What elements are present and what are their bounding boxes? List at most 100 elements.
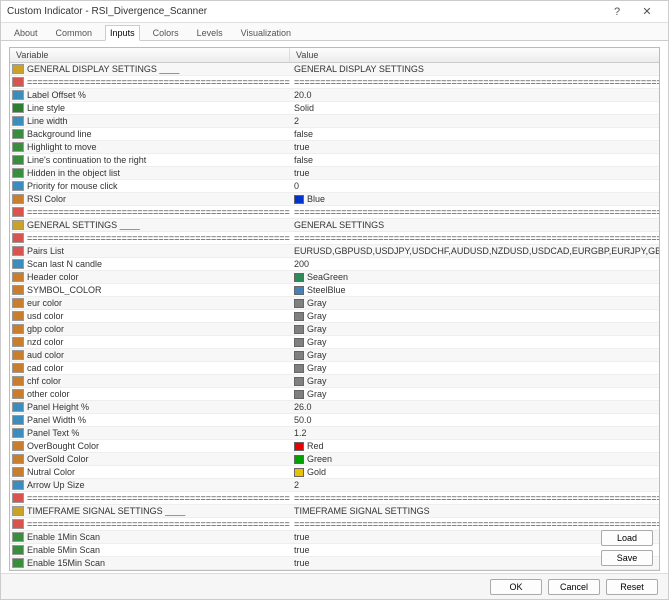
- tab-common[interactable]: Common: [51, 25, 98, 40]
- value-cell[interactable]: Gray: [290, 311, 659, 321]
- value-cell[interactable]: 50.0: [290, 415, 659, 425]
- value-cell[interactable]: Blue: [290, 194, 659, 204]
- table-row[interactable]: other colorGray: [10, 388, 659, 401]
- column-value[interactable]: Value: [290, 48, 659, 62]
- inputs-grid[interactable]: Variable Value GENERAL DISPLAY SETTINGS …: [9, 47, 660, 571]
- value-cell[interactable]: 0: [290, 181, 659, 191]
- value-cell[interactable]: false: [290, 129, 659, 139]
- table-row[interactable]: Enable 30Min Scanfalse: [10, 570, 659, 571]
- table-row[interactable]: Hidden in the object listtrue: [10, 167, 659, 180]
- value-cell[interactable]: Gray: [290, 337, 659, 347]
- variable-label: Nutral Color: [27, 467, 75, 477]
- table-row[interactable]: SYMBOL_COLORSteelBlue: [10, 284, 659, 297]
- table-row[interactable]: Line width2: [10, 115, 659, 128]
- tab-about[interactable]: About: [9, 25, 43, 40]
- load-button[interactable]: Load: [601, 530, 653, 546]
- color-type-icon: [12, 441, 24, 451]
- value-cell[interactable]: Gray: [290, 350, 659, 360]
- help-icon[interactable]: ?: [602, 6, 632, 18]
- table-row[interactable]: Enable 1Min Scantrue: [10, 531, 659, 544]
- value-cell[interactable]: Green: [290, 454, 659, 464]
- table-row[interactable]: Enable 15Min Scantrue: [10, 557, 659, 570]
- table-row[interactable]: eur colorGray: [10, 297, 659, 310]
- table-row[interactable]: Arrow Up Size2: [10, 479, 659, 492]
- table-row[interactable]: Header colorSeaGreen: [10, 271, 659, 284]
- value-cell[interactable]: 20.0: [290, 90, 659, 100]
- value-cell[interactable]: Gold: [290, 467, 659, 477]
- table-row[interactable]: Background linefalse: [10, 128, 659, 141]
- variable-cell: Panel Text %: [10, 428, 290, 438]
- column-variable[interactable]: Variable: [10, 48, 290, 62]
- value-cell[interactable]: 1.2: [290, 428, 659, 438]
- value-cell[interactable]: EURUSD,GBPUSD,USDJPY,USDCHF,AUDUSD,NZDUS…: [290, 246, 659, 256]
- table-row[interactable]: Pairs ListEURUSD,GBPUSD,USDJPY,USDCHF,AU…: [10, 245, 659, 258]
- table-row[interactable]: Enable 5Min Scantrue: [10, 544, 659, 557]
- value-cell[interactable]: Gray: [290, 363, 659, 373]
- color-type-icon: [12, 298, 24, 308]
- table-row[interactable]: GENERAL SETTINGS ____GENERAL SETTINGS: [10, 219, 659, 232]
- value-cell[interactable]: Red: [290, 441, 659, 451]
- tab-levels[interactable]: Levels: [192, 25, 228, 40]
- tab-inputs[interactable]: Inputs: [105, 25, 140, 41]
- value-cell[interactable]: ========================================…: [290, 493, 659, 503]
- value-cell[interactable]: 2: [290, 116, 659, 126]
- tab-colors[interactable]: Colors: [148, 25, 184, 40]
- table-row[interactable]: Highlight to movetrue: [10, 141, 659, 154]
- table-row[interactable]: Label Offset %20.0: [10, 89, 659, 102]
- value-cell[interactable]: ========================================…: [290, 519, 659, 529]
- table-row[interactable]: ========================================…: [10, 232, 659, 245]
- table-row[interactable]: Line's continuation to the rightfalse: [10, 154, 659, 167]
- table-row[interactable]: nzd colorGray: [10, 336, 659, 349]
- value-cell[interactable]: ========================================…: [290, 207, 659, 217]
- table-row[interactable]: TIMEFRAME SIGNAL SETTINGS ____TIMEFRAME …: [10, 505, 659, 518]
- value-cell[interactable]: true: [290, 168, 659, 178]
- value-cell[interactable]: ========================================…: [290, 77, 659, 87]
- table-row[interactable]: Scan last N candle 200: [10, 258, 659, 271]
- table-row[interactable]: usd colorGray: [10, 310, 659, 323]
- table-row[interactable]: cad colorGray: [10, 362, 659, 375]
- variable-cell: eur color: [10, 298, 290, 308]
- table-row[interactable]: RSI ColorBlue: [10, 193, 659, 206]
- table-row[interactable]: OverSold ColorGreen: [10, 453, 659, 466]
- table-row[interactable]: Nutral Color Gold: [10, 466, 659, 479]
- table-row[interactable]: ========================================…: [10, 518, 659, 531]
- table-row[interactable]: gbp colorGray: [10, 323, 659, 336]
- cancel-button[interactable]: Cancel: [548, 579, 600, 595]
- ok-button[interactable]: OK: [490, 579, 542, 595]
- table-row[interactable]: ========================================…: [10, 492, 659, 505]
- value-cell[interactable]: Gray: [290, 389, 659, 399]
- value-cell[interactable]: true: [290, 142, 659, 152]
- value-cell[interactable]: SteelBlue: [290, 285, 659, 295]
- value-cell[interactable]: GENERAL DISPLAY SETTINGS: [290, 64, 659, 74]
- reset-button[interactable]: Reset: [606, 579, 658, 595]
- value-cell[interactable]: Gray: [290, 298, 659, 308]
- value-text: Gold: [307, 467, 326, 477]
- value-cell[interactable]: GENERAL SETTINGS: [290, 220, 659, 230]
- value-cell[interactable]: SeaGreen: [290, 272, 659, 282]
- value-cell[interactable]: Gray: [290, 324, 659, 334]
- table-row[interactable]: Priority for mouse click0: [10, 180, 659, 193]
- table-row[interactable]: Panel Height %26.0: [10, 401, 659, 414]
- table-row[interactable]: aud colorGray: [10, 349, 659, 362]
- table-row[interactable]: ========================================…: [10, 76, 659, 89]
- table-row[interactable]: OverBought ColorRed: [10, 440, 659, 453]
- value-cell[interactable]: false: [290, 155, 659, 165]
- table-row[interactable]: Line styleSolid: [10, 102, 659, 115]
- variable-label: Scan last N candle: [27, 259, 102, 269]
- value-cell[interactable]: 200: [290, 259, 659, 269]
- table-row[interactable]: Panel Width %50.0: [10, 414, 659, 427]
- tab-visualization[interactable]: Visualization: [236, 25, 296, 40]
- value-cell[interactable]: 26.0: [290, 402, 659, 412]
- value-cell[interactable]: Solid: [290, 103, 659, 113]
- value-cell[interactable]: Gray: [290, 376, 659, 386]
- value-cell[interactable]: ========================================…: [290, 233, 659, 243]
- close-icon[interactable]: ✕: [632, 5, 662, 18]
- value-cell[interactable]: TIMEFRAME SIGNAL SETTINGS: [290, 506, 659, 516]
- value-cell[interactable]: 2: [290, 480, 659, 490]
- save-button[interactable]: Save: [601, 550, 653, 566]
- value-text: SeaGreen: [307, 272, 348, 282]
- table-row[interactable]: Panel Text %1.2: [10, 427, 659, 440]
- table-row[interactable]: chf colorGray: [10, 375, 659, 388]
- table-row[interactable]: GENERAL DISPLAY SETTINGS ____GENERAL DIS…: [10, 63, 659, 76]
- table-row[interactable]: ========================================…: [10, 206, 659, 219]
